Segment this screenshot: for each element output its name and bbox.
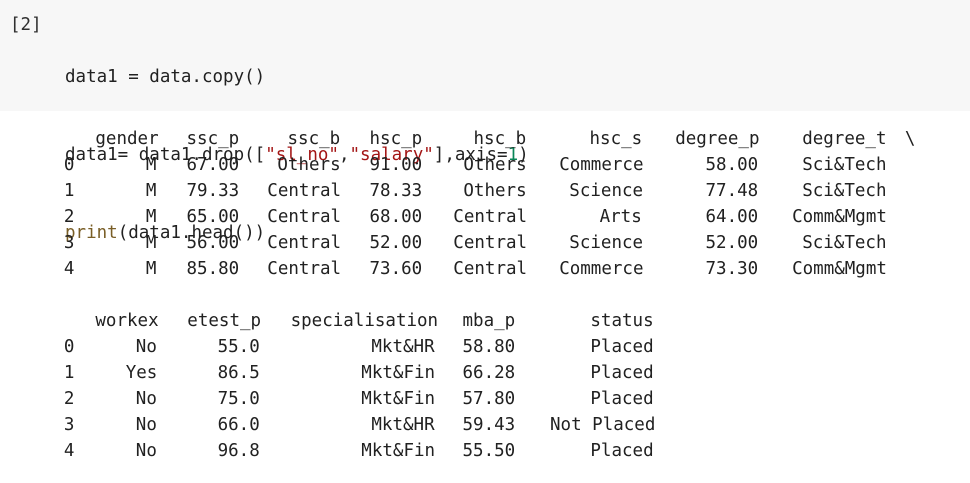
table-cell: Central <box>267 259 342 279</box>
table-cell: Placed <box>590 389 654 409</box>
table-cell: M <box>145 207 157 227</box>
table-cell: 66.28 <box>462 363 516 383</box>
table-cell: 65.00 <box>186 207 240 227</box>
row-index: 0 <box>63 155 75 175</box>
table-cell: 59.43 <box>462 415 516 435</box>
table-cell: 73.30 <box>705 259 759 279</box>
table-cell: 66.0 <box>217 415 260 435</box>
table-cell: 79.33 <box>186 181 240 201</box>
table-cell: 52.00 <box>369 233 423 253</box>
code-line-1: data1 = data.copy() <box>65 64 529 90</box>
table-cell: 78.33 <box>369 181 423 201</box>
code-token: data1 = data.copy() <box>65 67 266 87</box>
table-cell: Central <box>267 233 342 253</box>
column-header: hsc_s <box>589 129 643 149</box>
table-cell: 91.00 <box>369 155 423 175</box>
row-index: 3 <box>63 233 75 253</box>
execution-count: [2] <box>10 15 42 35</box>
table-cell: 96.8 <box>217 441 260 461</box>
table-cell: Central <box>453 233 528 253</box>
column-header: hsc_b <box>473 129 527 149</box>
table-cell: Placed <box>590 441 654 461</box>
table-cell: 58.00 <box>705 155 759 175</box>
table-cell: Mkt&Fin <box>361 441 436 461</box>
column-header: ssc_b <box>287 129 341 149</box>
column-header: degree_p <box>675 129 760 149</box>
table-cell: Placed <box>590 363 654 383</box>
table-cell: 55.0 <box>217 337 260 357</box>
table-cell: Central <box>453 207 528 227</box>
column-header: \ <box>904 129 916 149</box>
table-cell: Science <box>569 233 644 253</box>
table-cell: Central <box>267 207 342 227</box>
table-cell: Mkt&Fin <box>361 389 436 409</box>
table-cell: No <box>135 337 157 357</box>
table-cell: Not Placed <box>550 415 656 435</box>
column-header: gender <box>95 129 159 149</box>
column-header: status <box>590 311 654 331</box>
table-cell: Sci&Tech <box>802 181 887 201</box>
table-cell: M <box>145 155 157 175</box>
table-cell: M <box>145 259 157 279</box>
table-cell: No <box>135 415 157 435</box>
table-cell: Sci&Tech <box>802 155 887 175</box>
row-index: 2 <box>63 207 75 227</box>
column-header: etest_p <box>187 311 262 331</box>
table-cell: 77.48 <box>705 181 759 201</box>
table-cell: 85.80 <box>186 259 240 279</box>
table-cell: Mkt&Fin <box>361 363 436 383</box>
table-cell: Comm&Mgmt <box>792 259 887 279</box>
row-index: 4 <box>63 441 75 461</box>
table-cell: 56.00 <box>186 233 240 253</box>
table-cell: 52.00 <box>705 233 759 253</box>
table-cell: M <box>145 233 157 253</box>
table-cell: 67.00 <box>186 155 240 175</box>
row-index: 1 <box>63 181 75 201</box>
table-cell: 57.80 <box>462 389 516 409</box>
column-header: hsc_p <box>369 129 423 149</box>
column-header: workex <box>95 311 159 331</box>
table-cell: Sci&Tech <box>802 233 887 253</box>
row-index: 0 <box>63 337 75 357</box>
table-cell: M <box>145 181 157 201</box>
table-cell: Placed <box>590 337 654 357</box>
row-index: 4 <box>63 259 75 279</box>
table-cell: 73.60 <box>369 259 423 279</box>
table-cell: Central <box>267 181 342 201</box>
table-cell: 55.50 <box>462 441 516 461</box>
table-cell: Commerce <box>559 155 644 175</box>
table-cell: 58.80 <box>462 337 516 357</box>
table-cell: Commerce <box>559 259 644 279</box>
row-index: 2 <box>63 389 75 409</box>
column-header: degree_t <box>802 129 887 149</box>
column-header: specialisation <box>290 311 439 331</box>
row-index: 3 <box>63 415 75 435</box>
row-index: 1 <box>63 363 75 383</box>
table-cell: Arts <box>599 207 642 227</box>
table-cell: Others <box>463 181 527 201</box>
table-cell: Mkt&HR <box>371 415 435 435</box>
table-cell: Yes <box>125 363 158 383</box>
table-cell: 75.0 <box>217 389 260 409</box>
column-header: mba_p <box>462 311 516 331</box>
table-cell: Science <box>569 181 644 201</box>
table-cell: 86.5 <box>217 363 260 383</box>
code-input-area[interactable]: [2] data1 = data.copy() data1= data1.dro… <box>0 0 970 243</box>
table-cell: 68.00 <box>369 207 423 227</box>
table-cell: Others <box>463 155 527 175</box>
table-cell: Others <box>277 155 341 175</box>
table-cell: Central <box>453 259 528 279</box>
table-cell: Mkt&HR <box>371 337 435 357</box>
column-header: ssc_p <box>186 129 240 149</box>
table-cell: No <box>135 389 157 409</box>
table-cell: Comm&Mgmt <box>792 207 887 227</box>
table-cell: 64.00 <box>705 207 759 227</box>
table-cell: No <box>135 441 157 461</box>
notebook-cell: [2] data1 = data.copy() data1= data1.dro… <box>0 0 970 483</box>
